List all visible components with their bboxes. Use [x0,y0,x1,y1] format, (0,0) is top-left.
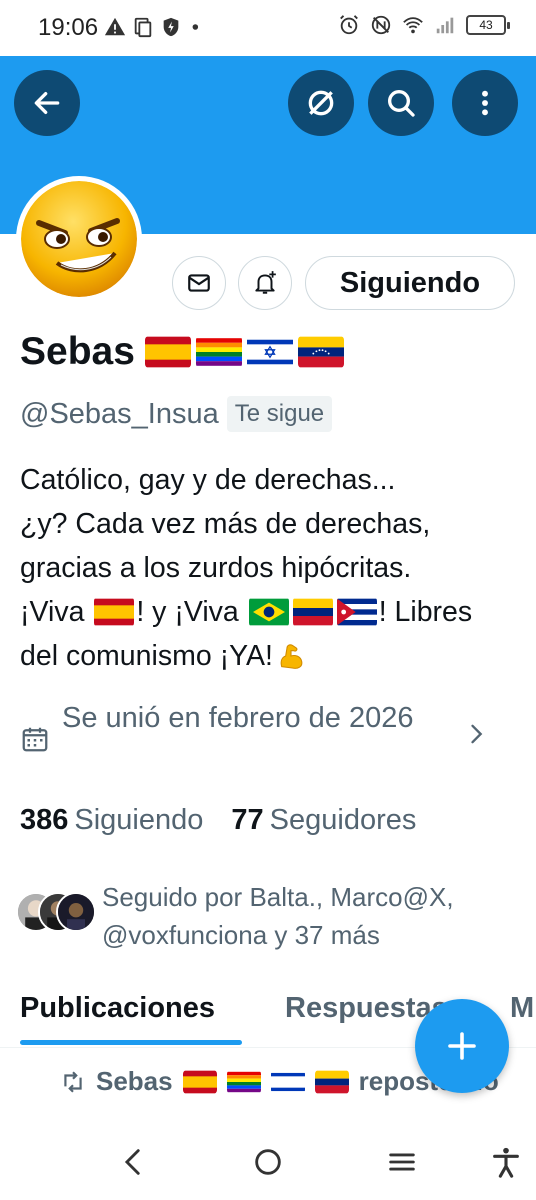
compose-button[interactable] [415,999,509,1093]
mail-icon [188,274,210,292]
user-handle: @Sebas_Insua [20,397,219,430]
grok-button[interactable] [288,70,354,136]
joined-date-row[interactable]: Se unió en febrero de 2026 [20,696,500,754]
signal-icon [436,17,454,34]
bell-plus-icon [255,271,276,294]
warning-icon [104,17,126,36]
joined-date: Se unió en febrero de 2026 [62,702,414,734]
following-label: Siguiendo [74,804,204,836]
bio-line: Católico, gay y de derechas... [20,464,396,496]
handle-row: @Sebas_Insua Te sigue [20,396,333,432]
alarm-icon [340,15,358,35]
followers-count: 77 [231,804,264,836]
back-button[interactable] [14,70,80,136]
slash-circle-icon [308,90,334,116]
spain-flag-icon [94,597,135,627]
brazil-flag-icon [248,597,289,627]
system-home-button[interactable] [248,1142,288,1182]
calendar-icon [22,727,48,752]
cuba-flag-icon [336,597,377,627]
bio-line: ¿y? Cada vez más de derechas, [20,508,431,540]
venezuela-flag-icon [314,1070,349,1094]
followers-label: Seguidores [269,804,417,836]
spain-flag-icon [144,336,191,368]
followed-by-avatars [16,892,96,936]
followed-by-text: Seguido por Balta., Marco@X, @voxfuncion… [102,882,454,950]
accessibility-button[interactable] [486,1142,526,1182]
shield-icon [163,17,179,37]
accessibility-icon [493,1147,519,1178]
system-nav-bar [0,1120,536,1200]
bio-text: del comunismo ¡YA! [20,640,273,672]
chevron-right-icon [471,724,483,744]
tab-more[interactable]: M [510,992,534,1025]
repost-icon [64,1070,82,1093]
bio-text: ! y ¡Viva [136,596,247,628]
arrow-left-icon [34,92,60,114]
bio-text: ! Libres [378,596,473,628]
rainbow-flag-icon [226,1070,261,1094]
wifi-icon [403,17,423,34]
profile-avatar[interactable] [16,176,142,302]
bio-line: ¡Viva ! y ¡Viva ! Libres [20,590,520,634]
spain-flag-icon [182,1070,217,1094]
follows-you-badge: Te sigue [226,396,333,432]
flexed-biceps-icon [280,644,303,669]
chevron-left-icon [124,1149,140,1175]
venezuela-flag-icon [297,336,344,368]
followers-stat[interactable]: 77 Seguidores [231,804,416,837]
name-flags [144,336,344,368]
circle-home-icon [255,1149,281,1175]
avatar [56,892,96,932]
search-button[interactable] [368,70,434,136]
following-button[interactable]: Siguiendo [305,256,515,310]
more-vertical-icon [482,90,488,116]
followed-by-row[interactable]: Seguido por Balta., Marco@X, @voxfuncion… [16,878,522,954]
rainbow-flag-icon [195,336,242,368]
bio-line: gracias a los zurdos hipócritas. [20,552,412,584]
follow-stats: 386 Siguiendo 77 Seguidores [20,804,416,837]
repost-user: Sebas [96,1066,173,1096]
display-name-row: Sebas [20,330,344,374]
venezuela-flag-icon [292,597,333,627]
status-time: 19:06 [38,14,99,41]
system-back-button[interactable] [114,1142,154,1182]
plus-icon [448,1032,476,1060]
battery-indicator: 43 [466,15,510,35]
bio-text: ¡Viva [20,596,93,628]
copy-icon [134,17,152,38]
search-icon [388,90,415,117]
israel-flag-icon [246,336,293,368]
display-name: Sebas [20,330,135,373]
active-tab-indicator [20,1040,242,1045]
more-options-button[interactable] [452,70,518,136]
message-button[interactable] [172,256,226,310]
profile-bio: Católico, gay y de derechas... ¿y? Cada … [20,458,520,678]
smirk-emoji-avatar [21,181,137,297]
israel-flag-icon [270,1070,305,1094]
bio-line: del comunismo ¡YA! [20,634,520,678]
notifications-button[interactable] [238,256,292,310]
following-count: 386 [20,804,69,836]
dot-icon [192,24,199,30]
nfc-icon [371,15,391,35]
system-recents-button[interactable] [382,1142,422,1182]
status-bar: 19:06 43 [0,0,536,56]
tab-publicaciones[interactable]: Publicaciones [20,992,215,1025]
menu-icon [389,1153,415,1171]
following-stat[interactable]: 386 Siguiendo [20,804,203,837]
